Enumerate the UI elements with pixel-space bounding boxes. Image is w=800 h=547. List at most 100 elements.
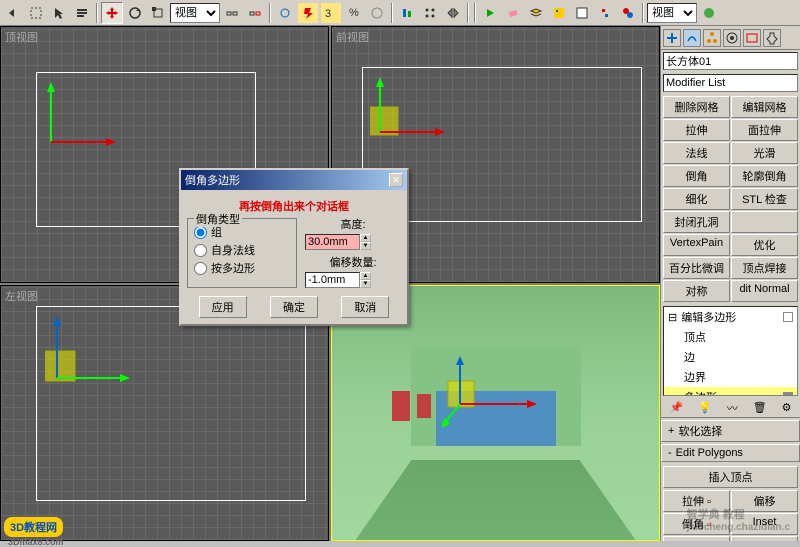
svg-text:%: % [349,7,359,19]
view-dropdown-2[interactable]: 视图 [647,3,697,23]
apply-button[interactable]: 应用 [199,296,247,318]
create-tab-icon[interactable] [663,29,681,47]
modify-tab-icon[interactable] [683,29,701,47]
link-button[interactable] [221,2,243,24]
separator [269,3,271,23]
symmetry-button[interactable]: 对称 [663,280,730,302]
listener-button[interactable] [571,2,593,24]
display-tab-icon[interactable] [743,29,761,47]
stl-check-button[interactable]: STL 检查 [731,188,798,210]
dialog-buttons: 应用 确定 取消 [187,296,401,318]
offset-label: 偏移数量: [305,254,401,270]
bind-button[interactable] [274,2,296,24]
stack-vertex[interactable]: 顶点 [664,327,797,347]
command-panel: Modifier List 删除网格 编辑网格 拉伸 面拉伸 法线 光滑 倒角 … [660,26,800,541]
spin-up-icon[interactable]: ▲ [360,272,371,280]
separator [474,3,476,23]
eraser-button[interactable] [502,2,524,24]
spin-down-icon[interactable]: ▼ [360,280,371,288]
subdivide-button[interactable]: 细化 [663,188,730,210]
unlink-button[interactable] [244,2,266,24]
bulb-icon[interactable]: 💡 [698,401,712,414]
viewport-label: 左视图 [5,288,38,304]
curve-icon[interactable]: 〰 [727,400,738,416]
select-name-button[interactable] [71,2,93,24]
rollout-head-edit-poly[interactable]: -Edit Polygons [661,444,800,462]
schematic-button[interactable] [548,2,570,24]
bevel-button[interactable]: 倒角 [663,165,730,187]
pin-icon[interactable]: 📌 [669,401,683,414]
select-arrow-button[interactable] [48,2,70,24]
radio-normal[interactable]: 自身法线 [194,241,290,259]
snap-percent-button[interactable]: % [343,2,365,24]
stack-edge[interactable]: 边 [664,347,797,367]
percent-tweak-button[interactable]: 百分比微调 [663,257,730,279]
offset-spinner[interactable]: ▲▼ [305,272,371,288]
scale-button[interactable] [147,2,169,24]
radio-poly[interactable]: 按多边形 [194,259,290,277]
modifier-stack[interactable]: ⊟编辑多边形 顶点 边 边界 多边形 体素 [663,306,798,396]
move-button[interactable] [101,2,123,24]
stack-border[interactable]: 边界 [664,367,797,387]
face-extrude-button[interactable]: 面拉伸 [731,119,798,141]
insert-vertex-button[interactable]: 插入顶点 [663,466,798,488]
main-toolbar: 视图 3 % 视图 [0,0,800,26]
red-block-2 [417,394,431,418]
modifier-buttons: 删除网格 编辑网格 拉伸 面拉伸 法线 光滑 倒角 轮廓倒角 细化 STL 检查… [663,96,798,302]
spin-down-icon[interactable]: ▼ [360,242,371,250]
play-button[interactable] [479,2,501,24]
dialog-title-text: 倒角多边形 [185,172,240,188]
edit-normal-button[interactable]: dit Normal [731,280,798,302]
normal-button[interactable]: 法线 [663,142,730,164]
modifier-list-dropdown[interactable]: Modifier List [663,74,798,92]
delete-mesh-button[interactable]: 删除网格 [663,96,730,118]
extrude-button[interactable]: 拉伸 [663,119,730,141]
object-name-field[interactable] [663,52,798,70]
render-button[interactable] [698,2,720,24]
stack-edit-poly[interactable]: ⊟编辑多边形 [664,307,797,327]
outline-bevel-button[interactable]: 轮廓倒角 [731,165,798,187]
layer-button[interactable] [525,2,547,24]
spinner-snap-button[interactable] [366,2,388,24]
ok-button[interactable]: 确定 [270,296,318,318]
edit-mesh-button[interactable]: 编辑网格 [731,96,798,118]
vertex-paint-button[interactable]: VertexPain [663,234,730,256]
rollout-soften: +软化选择 [661,420,800,442]
separator [467,3,469,23]
mirror2-button[interactable]: 镜像 [731,536,798,541]
trash-icon[interactable]: 🗑 [753,401,767,414]
snap-toggle[interactable] [297,2,319,24]
room-floor [356,460,636,540]
curve-editor-button[interactable] [594,2,616,24]
cancel-button[interactable]: 取消 [341,296,389,318]
dialog-titlebar[interactable]: 倒角多边形 ✕ [181,170,407,190]
array-button[interactable] [419,2,441,24]
rollout-head-soften[interactable]: +软化选择 [661,420,800,442]
axis-gizmo [41,82,121,162]
hierarchy-tab-icon[interactable] [703,29,721,47]
utility-tab-icon[interactable] [763,29,781,47]
cap-holes-button[interactable]: 封闭孔洞 [663,211,730,233]
height-spinner[interactable]: ▲▼ [305,234,371,250]
material-editor-button[interactable] [617,2,639,24]
red-block-1 [392,391,410,421]
rotate-button[interactable] [124,2,146,24]
triangulate-button[interactable]: 三角状 [663,536,730,541]
close-icon[interactable]: ✕ [389,173,403,187]
snap-angle-button[interactable]: 3 [320,2,342,24]
optimize-button[interactable]: 优化 [731,234,798,256]
select-rect-button[interactable] [25,2,47,24]
mirror-button[interactable] [442,2,464,24]
fieldset-label: 倒角类型 [194,211,242,227]
motion-tab-icon[interactable] [723,29,741,47]
smooth-button[interactable]: 光滑 [731,142,798,164]
separator [642,3,644,23]
stack-polygon[interactable]: 多边形 [664,387,797,396]
align-button[interactable] [396,2,418,24]
axis-gizmo [45,316,135,396]
undo-button[interactable] [2,2,24,24]
view-dropdown-1[interactable]: 视图 [170,3,220,23]
config-icon[interactable]: ⚙ [782,401,792,414]
spin-up-icon[interactable]: ▲ [360,234,371,242]
vertex-weld-button[interactable]: 顶点焊接 [731,257,798,279]
